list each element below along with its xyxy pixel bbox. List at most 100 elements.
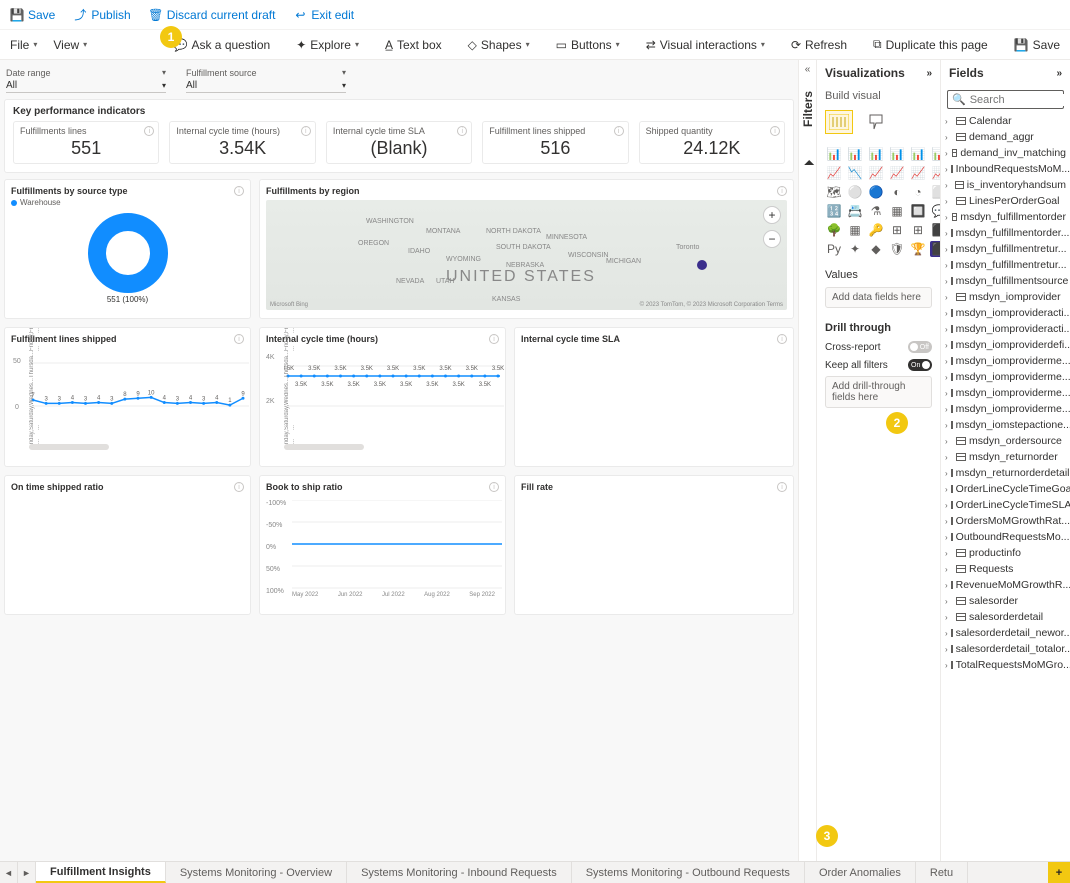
field-table-item[interactable]: ›RevenueMoMGrowthR...	[941, 577, 1070, 593]
viz-type-chip[interactable]: 📈	[825, 165, 843, 181]
field-table-item[interactable]: ›LinesPerOrderGoal	[941, 193, 1070, 209]
file-menu[interactable]: File▾	[4, 34, 43, 56]
viz-type-chip[interactable]: 📊	[909, 146, 927, 162]
page-tab[interactable]: Order Anomalies	[805, 862, 916, 883]
drill-dropzone[interactable]: Add drill-through fields here	[825, 376, 932, 408]
kpi-card[interactable]: iInternal cycle time SLA(Blank)	[326, 121, 472, 164]
viz-type-chip[interactable]: 📊	[930, 146, 940, 162]
viz-type-chip[interactable]: ⬛	[930, 241, 940, 257]
info-icon[interactable]: i	[777, 334, 787, 344]
buttons-menu[interactable]: ▭Buttons▾	[550, 34, 626, 56]
explore-menu[interactable]: ✦Explore▾	[290, 34, 365, 56]
field-table-item[interactable]: ›InboundRequestsMoM...	[941, 161, 1070, 177]
discard-button[interactable]: 🗑Discard current draft	[149, 8, 276, 22]
field-table-item[interactable]: ›msdyn_fulfillmentorder...	[941, 225, 1070, 241]
info-icon[interactable]: i	[770, 126, 780, 136]
field-table-item[interactable]: ›OutboundRequestsMo...	[941, 529, 1070, 545]
viz-type-chip[interactable]: 📇	[846, 203, 864, 219]
viz-type-chip[interactable]: 📊	[888, 146, 906, 162]
tile-fill-rate[interactable]: i Fill rate	[514, 475, 794, 615]
info-icon[interactable]: i	[234, 186, 244, 196]
visual-interactions-menu[interactable]: ⇄Visual interactions▾	[640, 34, 771, 56]
viz-type-chip[interactable]: ▦	[888, 203, 906, 219]
fields-search-input[interactable]	[970, 94, 1070, 106]
viz-type-chip[interactable]: 🗺	[825, 184, 843, 200]
page-tab[interactable]: Systems Monitoring - Inbound Requests	[347, 862, 572, 883]
viz-type-chip[interactable]: 🔵	[867, 184, 885, 200]
field-table-item[interactable]: ›msdyn_fulfillmentretur...	[941, 241, 1070, 257]
cross-report-toggle[interactable]: Off	[908, 341, 932, 353]
viz-type-chip[interactable]: Py	[825, 241, 843, 257]
info-icon[interactable]: i	[234, 482, 244, 492]
viz-type-chip[interactable]: 🔑	[867, 222, 885, 238]
slicer-date-range[interactable]: Date range▾ All▾	[6, 68, 166, 93]
info-icon[interactable]: i	[489, 482, 499, 492]
page-tab[interactable]: Systems Monitoring - Outbound Requests	[572, 862, 805, 883]
field-table-item[interactable]: ›salesorderdetail_totalor...	[941, 641, 1070, 657]
info-icon[interactable]: i	[301, 126, 311, 136]
field-table-item[interactable]: ›salesorder	[941, 593, 1070, 609]
view-menu[interactable]: View▾	[47, 34, 93, 56]
field-table-item[interactable]: ›msdyn_fulfillmentsource	[941, 273, 1070, 289]
textbox-button[interactable]: A̲Text box	[379, 34, 448, 56]
duplicate-page-button[interactable]: ⧉Duplicate this page	[867, 33, 994, 56]
viz-type-chip[interactable]: 🔢	[825, 203, 843, 219]
field-table-item[interactable]: ›msdyn_iomproviderme...	[941, 353, 1070, 369]
field-table-item[interactable]: ›msdyn_iomproviderdefi...	[941, 337, 1070, 353]
tab-scroll-right[interactable]: ►	[18, 862, 36, 883]
field-table-item[interactable]: ›demand_inv_matching	[941, 145, 1070, 161]
info-icon[interactable]: i	[144, 126, 154, 136]
kpi-band[interactable]: Key performance indicators iFulfillments…	[4, 99, 794, 173]
slicer-fulfillment-source[interactable]: Fulfillment source▾ All▾	[186, 68, 346, 93]
save-button-2[interactable]: 💾Save	[1008, 34, 1066, 56]
field-table-item[interactable]: ›msdyn_fulfillmentorder	[941, 209, 1070, 225]
kpi-card[interactable]: iFulfillments lines551	[13, 121, 159, 164]
format-visual-tab[interactable]	[863, 110, 891, 134]
tile-cycle-sla[interactable]: i Internal cycle time SLA	[514, 327, 794, 467]
viz-type-chip[interactable]: 💬	[930, 203, 940, 219]
values-dropzone[interactable]: Add data fields here	[825, 287, 932, 308]
field-table-item[interactable]: ›msdyn_iomproviderme...	[941, 369, 1070, 385]
viz-type-chip[interactable]: 📊	[846, 146, 864, 162]
expand-filters-icon[interactable]: «	[805, 64, 811, 75]
viz-type-chip[interactable]: ⚪	[846, 184, 864, 200]
viz-type-chip[interactable]: 📈	[888, 165, 906, 181]
publish-button[interactable]: ⤴Publish	[73, 8, 130, 22]
viz-type-chip[interactable]: 🏆	[909, 241, 927, 257]
fields-search[interactable]: 🔍	[947, 90, 1064, 109]
viz-type-chip[interactable]: 🌳	[825, 222, 843, 238]
field-table-item[interactable]: ›salesorderdetail_newor...	[941, 625, 1070, 641]
field-table-item[interactable]: ›OrderLineCycleTimeGoal	[941, 481, 1070, 497]
exit-edit-button[interactable]: ↩Exit edit	[293, 8, 354, 22]
viz-type-chip[interactable]: 📉	[846, 165, 864, 181]
tile-lines-shipped[interactable]: i Fulfillment lines shipped 500733434389…	[4, 327, 251, 467]
viz-type-chip[interactable]: ◆	[867, 241, 885, 257]
page-tab[interactable]: Systems Monitoring - Overview	[166, 862, 347, 883]
ask-question-button[interactable]: 💬Ask a question	[167, 34, 277, 56]
add-page-button[interactable]: +	[1048, 862, 1070, 883]
field-table-item[interactable]: ›msdyn_ordersource	[941, 433, 1070, 449]
info-icon[interactable]: i	[777, 186, 787, 196]
viz-type-chip[interactable]: ⊞	[888, 222, 906, 238]
collapse-viz-icon[interactable]: »	[926, 68, 932, 79]
field-table-item[interactable]: ›msdyn_returnorder	[941, 449, 1070, 465]
info-icon[interactable]: i	[777, 482, 787, 492]
map-zoom-in[interactable]: +	[763, 206, 781, 224]
keep-filters-toggle[interactable]: On	[908, 359, 932, 371]
field-table-item[interactable]: ›TotalRequestsMoMGro...	[941, 657, 1070, 673]
field-table-item[interactable]: ›msdyn_iomprovideracti...	[941, 321, 1070, 337]
field-table-item[interactable]: ›msdyn_iomproviderme...	[941, 401, 1070, 417]
shapes-menu[interactable]: ◇Shapes▾	[462, 34, 536, 56]
viz-type-chip[interactable]: 📈	[930, 165, 940, 181]
field-table-item[interactable]: ›msdyn_fulfillmentretur...	[941, 257, 1070, 273]
viz-type-chip[interactable]: ◐	[888, 184, 906, 200]
tile-book-to-ship[interactable]: i Book to ship ratio -100%-50%0%50%100%M…	[259, 475, 506, 615]
field-table-item[interactable]: ›Requests	[941, 561, 1070, 577]
field-table-item[interactable]: ›demand_aggr	[941, 129, 1070, 145]
build-visual-tab[interactable]	[825, 110, 853, 134]
field-table-item[interactable]: ›productinfo	[941, 545, 1070, 561]
field-table-item[interactable]: ›OrdersMoMGrowthRat...	[941, 513, 1070, 529]
viz-type-chip[interactable]: ⚗	[867, 203, 885, 219]
tile-cycle-time[interactable]: i Internal cycle time (hours) 4K2K3.5K3.…	[259, 327, 506, 467]
field-table-item[interactable]: ›msdyn_iomstepactione...	[941, 417, 1070, 433]
